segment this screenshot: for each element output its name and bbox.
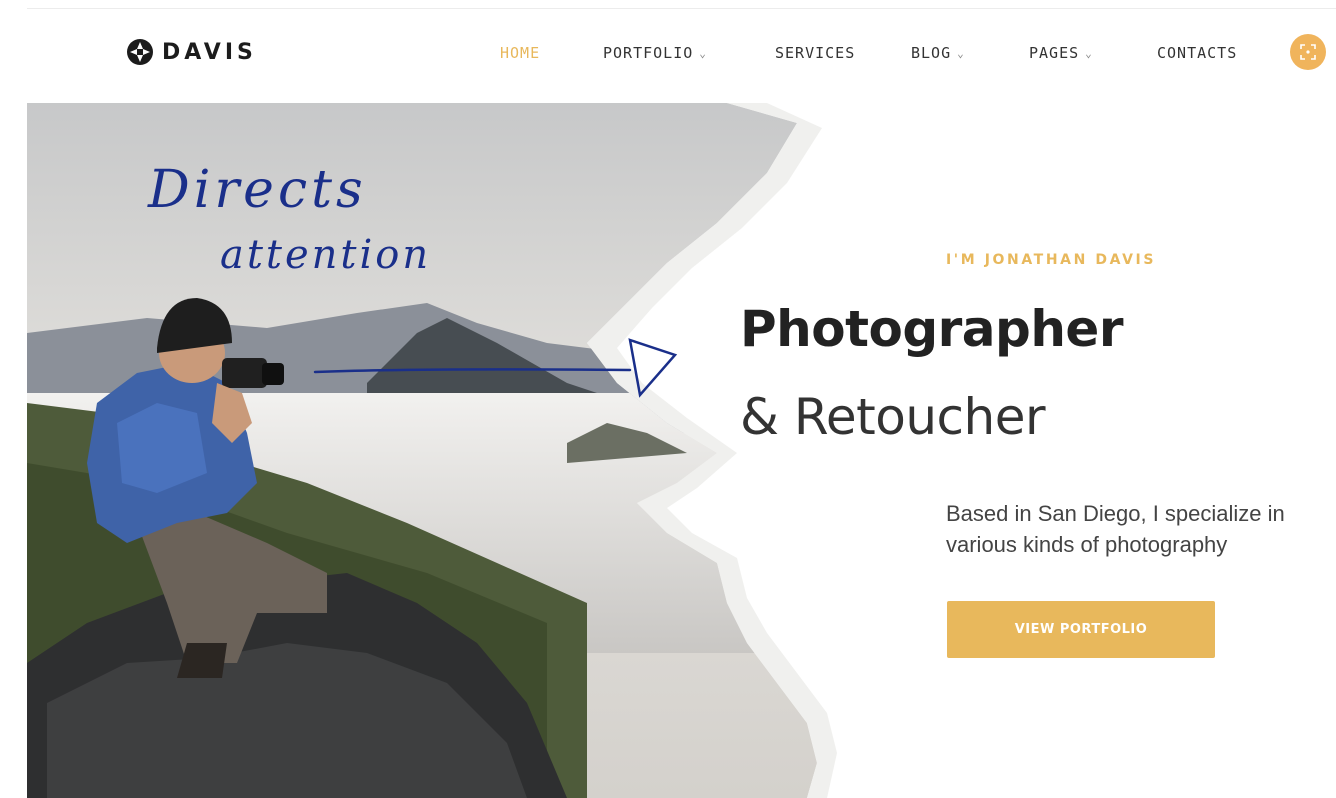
view-portfolio-button[interactable]: VIEW PORTFOLIO [947,601,1215,658]
chevron-down-icon: ⌄ [699,47,707,60]
annotation-line1: Directs [148,160,367,220]
focus-icon [1300,44,1316,60]
nav-home-label: HOME [500,44,541,62]
hero-subtitle: & Retoucher [740,388,1046,446]
chevron-down-icon: ⌄ [957,47,965,60]
annotation-arrow [313,338,678,398]
nav-contacts-label: CONTACTS [1157,44,1238,62]
nav-services[interactable]: SERVICES [775,44,855,62]
nav-pages[interactable]: PAGES ⌄ [1029,44,1093,62]
chevron-down-icon: ⌄ [1085,47,1093,60]
nav-blog-label: BLOG [911,44,952,62]
hero-description: Based in San Diego, I specialize in vari… [946,501,1285,557]
annotation-line2: attention [220,232,432,278]
nav-services-label: SERVICES [775,44,856,62]
view-portfolio-label: VIEW PORTFOLIO [1014,622,1148,637]
logo-text: DAVIS [162,39,257,65]
nav-blog[interactable]: BLOG ⌄ [911,44,965,62]
hero-eyebrow: I'M JONATHAN DAVIS [946,252,1157,268]
hero-title: Photographer [740,300,1124,358]
focus-button[interactable] [1290,34,1326,70]
aperture-icon [127,39,153,65]
nav-pages-label: PAGES [1029,44,1080,62]
nav-portfolio-label: PORTFOLIO [603,44,694,62]
nav-home[interactable]: HOME [500,44,540,62]
nav-portfolio[interactable]: PORTFOLIO ⌄ [603,44,707,62]
logo[interactable]: DAVIS [126,38,257,66]
top-divider [27,8,1336,9]
nav-contacts[interactable]: CONTACTS [1157,44,1237,62]
